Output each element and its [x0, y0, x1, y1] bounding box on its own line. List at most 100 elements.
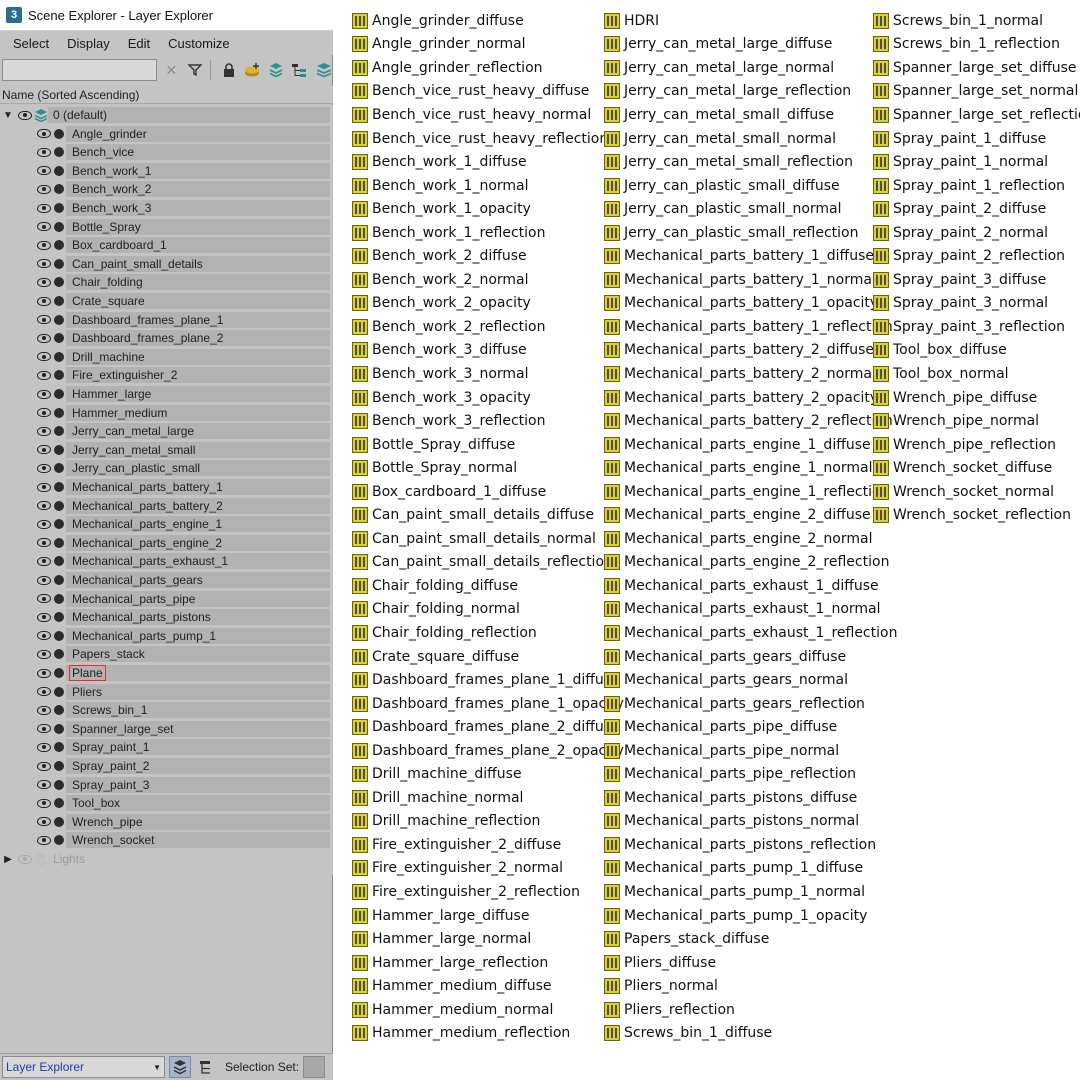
texture-file-item[interactable]: Mechanical_parts_battery_1_reflection	[604, 315, 897, 339]
layer-row[interactable]: Can_paint_small_details	[0, 255, 330, 273]
visibility-eye-icon[interactable]	[37, 129, 51, 139]
clear-search-icon[interactable]: ✕	[162, 60, 181, 80]
texture-file-item[interactable]: Dashboard_frames_plane_2_opacity	[352, 739, 624, 763]
texture-file-item[interactable]: Fire_extinguisher_2_normal	[352, 857, 624, 881]
texture-file-item[interactable]: Bench_vice_rust_heavy_reflection	[352, 127, 624, 151]
texture-file-item[interactable]: Bench_work_3_normal	[352, 362, 624, 386]
texture-file-item[interactable]: Hammer_large_diffuse	[352, 904, 624, 928]
visibility-eye-icon[interactable]	[37, 463, 51, 473]
visibility-eye-icon[interactable]	[37, 817, 51, 827]
layer-row[interactable]: Mechanical_parts_pistons	[0, 608, 330, 626]
texture-file-item[interactable]: Spanner_large_set_reflection	[873, 103, 1080, 127]
layer-row[interactable]: Spray_paint_2	[0, 757, 330, 775]
explorer-select-dropdown[interactable]: Layer Explorer ▼	[2, 1056, 165, 1078]
texture-file-item[interactable]: Jerry_can_metal_large_diffuse	[604, 33, 897, 57]
texture-file-item[interactable]: Mechanical_parts_exhaust_1_normal	[604, 598, 897, 622]
texture-file-item[interactable]: Bench_work_2_diffuse	[352, 244, 624, 268]
visibility-eye-icon[interactable]	[37, 501, 51, 511]
layers-view-icon[interactable]	[169, 1056, 191, 1078]
layer-row[interactable]: Fire_extinguisher_2	[0, 366, 330, 384]
texture-file-item[interactable]: Bench_work_1_diffuse	[352, 150, 624, 174]
texture-file-item[interactable]: Screws_bin_1_diffuse	[604, 1022, 897, 1046]
visibility-eye-icon[interactable]	[37, 649, 51, 659]
visibility-eye-icon[interactable]	[18, 110, 32, 120]
visibility-eye-icon[interactable]	[37, 780, 51, 790]
layer-row[interactable]: Jerry_can_plastic_small	[0, 459, 330, 477]
texture-file-list[interactable]: Angle_grinder_diffuse Angle_grinder_norma…	[336, 0, 1080, 1080]
texture-file-item[interactable]: Mechanical_parts_pipe_normal	[604, 739, 897, 763]
visibility-eye-icon[interactable]	[37, 594, 51, 604]
texture-file-item[interactable]: Bench_work_2_opacity	[352, 292, 624, 316]
layer-row[interactable]: Hammer_large	[0, 385, 330, 403]
visibility-eye-icon[interactable]	[37, 538, 51, 548]
layer-row[interactable]: Box_cardboard_1	[0, 236, 330, 254]
texture-file-item[interactable]: Tool_box_normal	[873, 362, 1080, 386]
texture-file-item[interactable]: Bench_work_2_normal	[352, 268, 624, 292]
layer-row-default[interactable]: ▼ 0 (default)	[0, 106, 330, 124]
texture-file-item[interactable]: Spanner_large_set_diffuse	[873, 56, 1080, 80]
texture-file-item[interactable]: Spray_paint_1_reflection	[873, 174, 1080, 198]
visibility-eye-icon[interactable]	[37, 333, 51, 343]
layer-row[interactable]: Plane	[0, 664, 330, 682]
layer-row[interactable]: Mechanical_parts_gears	[0, 571, 330, 589]
texture-file-item[interactable]: Can_paint_small_details_reflection	[352, 551, 624, 575]
layers-stack-icon[interactable]	[314, 60, 333, 80]
layer-row[interactable]: Spanner_large_set	[0, 720, 330, 738]
layer-row[interactable]: Bench_work_3	[0, 199, 330, 217]
texture-file-item[interactable]: Wrench_socket_reflection	[873, 503, 1080, 527]
texture-file-item[interactable]: Mechanical_parts_battery_2_normal	[604, 362, 897, 386]
visibility-eye-icon[interactable]	[37, 277, 51, 287]
texture-file-item[interactable]: Bench_work_3_diffuse	[352, 339, 624, 363]
texture-file-item[interactable]: HDRI	[604, 9, 897, 33]
texture-file-item[interactable]: Mechanical_parts_engine_2_reflection	[604, 551, 897, 575]
selection-set-dropdown[interactable]	[303, 1056, 326, 1078]
texture-file-item[interactable]: Drill_machine_diffuse	[352, 763, 624, 787]
visibility-eye-icon[interactable]	[37, 408, 51, 418]
visibility-eye-icon[interactable]	[37, 240, 51, 250]
layer-row[interactable]: Hammer_medium	[0, 404, 330, 422]
texture-file-item[interactable]: Wrench_socket_normal	[873, 480, 1080, 504]
layer-row[interactable]: Bench_vice	[0, 143, 330, 161]
visibility-eye-icon[interactable]	[37, 203, 51, 213]
visibility-eye-icon[interactable]	[37, 519, 51, 529]
texture-file-item[interactable]: Chair_folding_reflection	[352, 621, 624, 645]
texture-file-item[interactable]: Fire_extinguisher_2_reflection	[352, 880, 624, 904]
visibility-eye-icon[interactable]	[37, 631, 51, 641]
texture-file-item[interactable]: Tool_box_diffuse	[873, 339, 1080, 363]
texture-file-item[interactable]: Dashboard_frames_plane_2_diffuse	[352, 715, 624, 739]
texture-file-item[interactable]: Hammer_medium_reflection	[352, 1022, 624, 1046]
texture-file-item[interactable]: Bench_work_1_opacity	[352, 197, 624, 221]
visibility-eye-icon[interactable]	[37, 315, 51, 325]
texture-file-item[interactable]: Spray_paint_2_normal	[873, 221, 1080, 245]
texture-file-item[interactable]: Bench_work_1_reflection	[352, 221, 624, 245]
collapse-arrow-icon[interactable]: ▼	[2, 110, 14, 121]
texture-file-item[interactable]: Mechanical_parts_pistons_normal	[604, 810, 897, 834]
texture-file-item[interactable]: Jerry_can_metal_small_diffuse	[604, 103, 897, 127]
texture-file-item[interactable]: Jerry_can_metal_large_reflection	[604, 80, 897, 104]
texture-file-item[interactable]: Jerry_can_metal_small_reflection	[604, 150, 897, 174]
texture-file-item[interactable]: Pliers_diffuse	[604, 951, 897, 975]
texture-file-item[interactable]: Mechanical_parts_engine_2_diffuse	[604, 503, 897, 527]
layer-row[interactable]: Mechanical_parts_pump_1	[0, 627, 330, 645]
visibility-eye-icon[interactable]	[37, 687, 51, 697]
lock-icon[interactable]	[219, 60, 238, 80]
hierarchy-view-icon[interactable]	[195, 1056, 217, 1078]
texture-file-item[interactable]: Fire_extinguisher_2_diffuse	[352, 833, 624, 857]
texture-file-item[interactable]: Mechanical_parts_pipe_reflection	[604, 763, 897, 787]
texture-file-item[interactable]: Mechanical_parts_pipe_diffuse	[604, 715, 897, 739]
texture-file-item[interactable]: Angle_grinder_reflection	[352, 56, 624, 80]
column-header-name[interactable]: Name (Sorted Ascending)	[0, 86, 333, 104]
visibility-eye-icon[interactable]	[37, 389, 51, 399]
texture-file-item[interactable]: Wrench_socket_diffuse	[873, 456, 1080, 480]
texture-file-item[interactable]: Jerry_can_plastic_small_normal	[604, 197, 897, 221]
texture-file-item[interactable]: Spray_paint_1_normal	[873, 150, 1080, 174]
layer-row[interactable]: Crate_square	[0, 292, 330, 310]
texture-file-item[interactable]: Mechanical_parts_pistons_reflection	[604, 833, 897, 857]
visibility-eye-icon[interactable]	[37, 724, 51, 734]
layer-row[interactable]: Angle_grinder	[0, 125, 330, 143]
layer-row[interactable]: Jerry_can_metal_large	[0, 422, 330, 440]
visibility-eye-icon[interactable]	[37, 742, 51, 752]
texture-file-item[interactable]: Can_paint_small_details_diffuse	[352, 503, 624, 527]
menu-customize[interactable]: Customize	[159, 36, 238, 51]
texture-file-item[interactable]: Mechanical_parts_battery_1_diffuse	[604, 244, 897, 268]
